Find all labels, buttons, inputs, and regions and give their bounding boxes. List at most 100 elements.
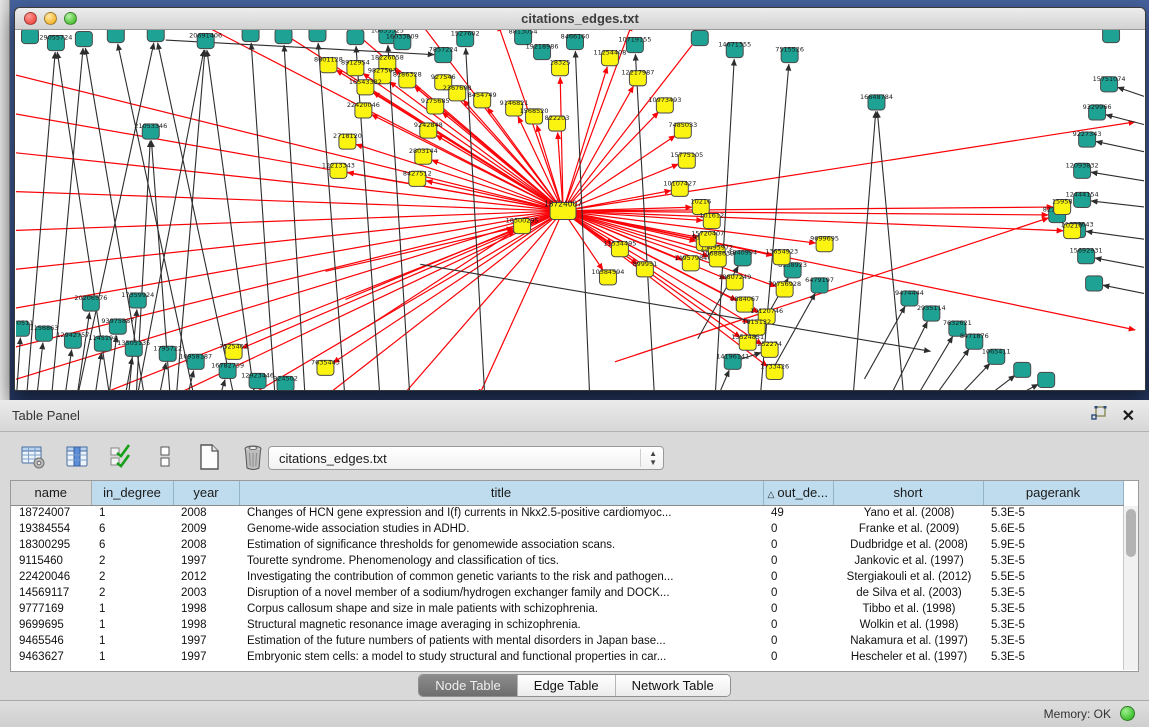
network-window-titlebar[interactable]: citations_edges.txt: [15, 8, 1145, 30]
network-node[interactable]: [21, 30, 38, 44]
table-cell[interactable]: Changes of HCN gene expression and I(f) …: [239, 505, 763, 521]
table-cell[interactable]: 5.3E-5: [983, 633, 1123, 649]
table-selector[interactable]: citations_edges.txt ▲▼: [268, 446, 664, 470]
table-cell[interactable]: 0: [763, 537, 833, 553]
table-cell[interactable]: 5.5E-5: [983, 569, 1123, 585]
table-cell[interactable]: Investigating the contribution of common…: [239, 569, 763, 585]
network-node[interactable]: [309, 30, 326, 42]
table-row[interactable]: 969969511998Structural magnetic resonanc…: [11, 617, 1123, 633]
table-cell[interactable]: 9699695: [11, 617, 91, 633]
table-cell[interactable]: de Silva et al. (2003): [833, 585, 983, 601]
network-node[interactable]: 11534495: [603, 240, 636, 257]
network-node[interactable]: [275, 30, 292, 44]
network-node[interactable]: 2718120: [333, 132, 362, 149]
network-node[interactable]: 10107427: [663, 179, 696, 196]
table-cell[interactable]: Embryonic stem cells: a model to study s…: [239, 649, 763, 665]
network-node[interactable]: 9227343: [1073, 130, 1102, 147]
table-cell[interactable]: 0: [763, 617, 833, 633]
network-node[interactable]: 8601128: [314, 56, 343, 73]
network-node[interactable]: 7525402: [219, 342, 248, 359]
table-row[interactable]: 911546021997Tourette syndrome. Phenomeno…: [11, 553, 1123, 569]
network-node[interactable]: [242, 30, 259, 42]
table-cell[interactable]: 5.3E-5: [983, 649, 1123, 665]
delete-trash-icon[interactable]: [238, 442, 268, 472]
network-node[interactable]: 2803144: [409, 147, 438, 164]
table-cell[interactable]: 2003: [173, 585, 239, 601]
network-node[interactable]: [347, 30, 364, 45]
network-node[interactable]: 79756928: [768, 280, 801, 297]
table-cell[interactable]: 2008: [173, 537, 239, 553]
table-cell[interactable]: 0: [763, 521, 833, 537]
table-cell[interactable]: 1998: [173, 601, 239, 617]
network-node[interactable]: 2935114: [917, 304, 946, 321]
table-cell[interactable]: 2012: [173, 569, 239, 585]
network-node[interactable]: 15692931: [1070, 247, 1103, 264]
table-cell[interactable]: Tourette syndrome. Phenomenology and cla…: [239, 553, 763, 569]
network-node[interactable]: 252274: [757, 340, 782, 357]
table-row[interactable]: 1872400712008Changes of HCN gene express…: [11, 505, 1123, 521]
tab-edge-table[interactable]: Edge Table: [518, 675, 616, 696]
network-node[interactable]: [147, 30, 164, 42]
column-header-short[interactable]: short: [833, 481, 983, 505]
table-cell[interactable]: 5.9E-5: [983, 537, 1123, 553]
network-node[interactable]: 924502: [273, 374, 298, 390]
column-header-pagerank[interactable]: pagerank: [983, 481, 1123, 505]
table-cell[interactable]: 0: [763, 585, 833, 601]
table-cell[interactable]: 18724007: [11, 505, 91, 521]
select-all-columns-icon[interactable]: [106, 442, 136, 472]
table-row[interactable]: 1830029562008Estimation of significance …: [11, 537, 1123, 553]
network-node[interactable]: 20691406: [189, 32, 222, 49]
column-header-outde[interactable]: △out_de...: [763, 481, 833, 505]
network-node[interactable]: 17359924: [121, 291, 154, 308]
network-node[interactable]: 1145194: [88, 334, 117, 351]
network-node[interactable]: 8186328: [393, 71, 422, 88]
table-cell[interactable]: 0: [763, 649, 833, 665]
new-document-icon[interactable]: [194, 442, 224, 472]
table-cell[interactable]: 1: [91, 633, 173, 649]
network-node[interactable]: [1103, 30, 1120, 43]
network-node[interactable]: [691, 31, 708, 46]
network-node[interactable]: 14196141: [716, 352, 749, 369]
table-cell[interactable]: Wolkin et al. (1998): [833, 617, 983, 633]
network-node[interactable]: 10973493: [648, 96, 681, 113]
table-cell[interactable]: 2: [91, 553, 173, 569]
table-scrollbar-thumb[interactable]: [1126, 509, 1136, 557]
table-cell[interactable]: 9777169: [11, 601, 91, 617]
network-node[interactable]: 18807249: [718, 273, 751, 290]
table-cell[interactable]: 5.3E-5: [983, 601, 1123, 617]
table-cell[interactable]: 1: [91, 617, 173, 633]
table-cell[interactable]: 1997: [173, 553, 239, 569]
network-node[interactable]: 12213343: [322, 161, 355, 178]
float-panel-icon[interactable]: [1091, 406, 1108, 427]
network-node[interactable]: 1156863: [30, 324, 59, 341]
table-cell[interactable]: 0: [763, 633, 833, 649]
table-cell[interactable]: 5.3E-5: [983, 585, 1123, 601]
table-cell[interactable]: 1998: [173, 617, 239, 633]
table-cell[interactable]: 1: [91, 649, 173, 665]
close-panel-icon[interactable]: ✕: [1122, 408, 1135, 426]
table-cell[interactable]: 6: [91, 537, 173, 553]
table-row[interactable]: 1456911722003Disruption of a novel membe…: [11, 585, 1123, 601]
network-node[interactable]: 1065411: [982, 347, 1011, 364]
network-node[interactable]: 20206576: [74, 294, 107, 311]
table-scrollbar[interactable]: [1123, 506, 1138, 670]
network-node[interactable]: 15751074: [1093, 75, 1126, 92]
table-cell[interactable]: 2: [91, 569, 173, 585]
table-cell[interactable]: 0: [763, 553, 833, 569]
table-cell[interactable]: 6: [91, 521, 173, 537]
tab-node-table[interactable]: Node Table: [419, 675, 518, 696]
network-node[interactable]: [1038, 372, 1055, 387]
network-node[interactable]: 7485033: [668, 121, 697, 138]
table-cell[interactable]: Franke et al. (2009): [833, 521, 983, 537]
network-node[interactable]: 10384594: [591, 268, 624, 285]
table-cell[interactable]: 2008: [173, 505, 239, 521]
table-cell[interactable]: 22420046: [11, 569, 91, 585]
network-graph[interactable]: 2905572420691406106553251527602846616010…: [16, 30, 1145, 390]
table-row[interactable]: 2242004622012Investigating the contribut…: [11, 569, 1123, 585]
table-cell[interactable]: 2009: [173, 521, 239, 537]
column-header-year[interactable]: year: [173, 481, 239, 505]
table-cell[interactable]: 9465546: [11, 633, 91, 649]
table-cell[interactable]: 14569117: [11, 585, 91, 601]
table-row[interactable]: 946554611997Estimation of the future num…: [11, 633, 1123, 649]
table-cell[interactable]: 5.3E-5: [983, 505, 1123, 521]
